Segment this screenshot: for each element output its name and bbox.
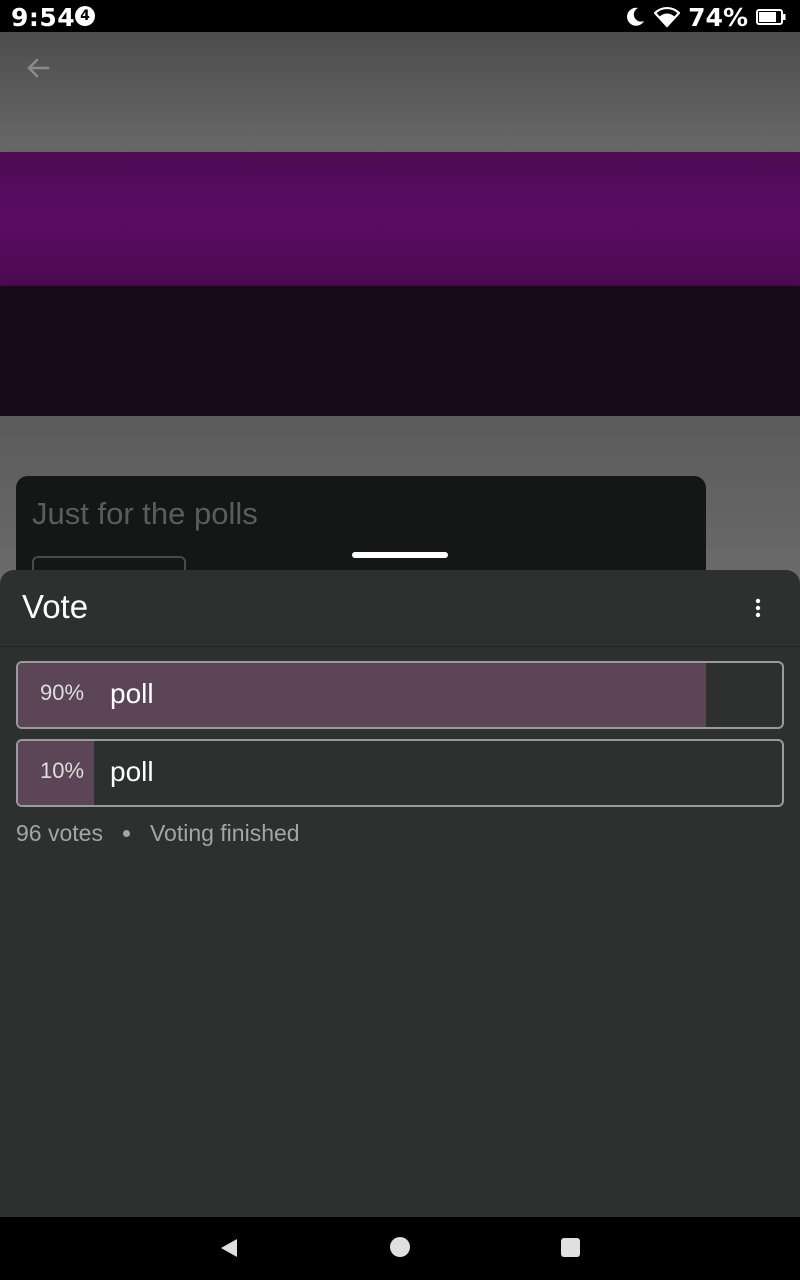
status-bar: 9:54 4 74% <box>0 0 800 32</box>
notification-count-badge: 4 <box>75 6 95 26</box>
wifi-icon <box>654 6 681 28</box>
poll-option-percent: 10% <box>40 758 85 783</box>
poll-status: Voting finished <box>149 820 300 846</box>
status-icons: 74% <box>624 2 786 32</box>
poll-option-label: poll <box>110 756 154 787</box>
vote-count: 96 votes <box>16 820 103 846</box>
more-vertical-icon[interactable] <box>746 596 770 620</box>
poll-option-percent: 90% <box>40 680 85 705</box>
poll-option[interactable]: 90% poll <box>16 661 784 729</box>
moon-icon <box>627 7 645 26</box>
separator-dot <box>122 830 130 837</box>
poll-footer: 96 votes Voting finished <box>16 820 300 847</box>
poll-option-label: poll <box>110 678 154 709</box>
system-nav-bar <box>0 1217 800 1280</box>
recents-square-icon[interactable] <box>561 1238 580 1257</box>
header-banner-purple <box>0 152 800 286</box>
status-time: 9:54 <box>11 3 76 32</box>
sheet-drag-handle[interactable] <box>352 552 448 558</box>
battery-percent: 74% <box>688 2 748 32</box>
back-triangle-icon[interactable] <box>218 1237 240 1259</box>
vote-bottom-sheet: Vote 90% poll 10% poll 96 votes Voting f… <box>0 570 800 1217</box>
app-bar <box>0 32 800 152</box>
sheet-header: Vote <box>0 570 800 647</box>
poll-option[interactable]: 10% poll <box>16 739 784 807</box>
arrow-left-icon[interactable] <box>22 52 54 84</box>
post-card-title: Just for the polls <box>32 496 258 531</box>
home-circle-icon[interactable] <box>390 1237 410 1257</box>
sheet-title: Vote <box>22 588 89 625</box>
header-banner-dark <box>0 286 800 416</box>
battery-icon <box>756 9 786 25</box>
